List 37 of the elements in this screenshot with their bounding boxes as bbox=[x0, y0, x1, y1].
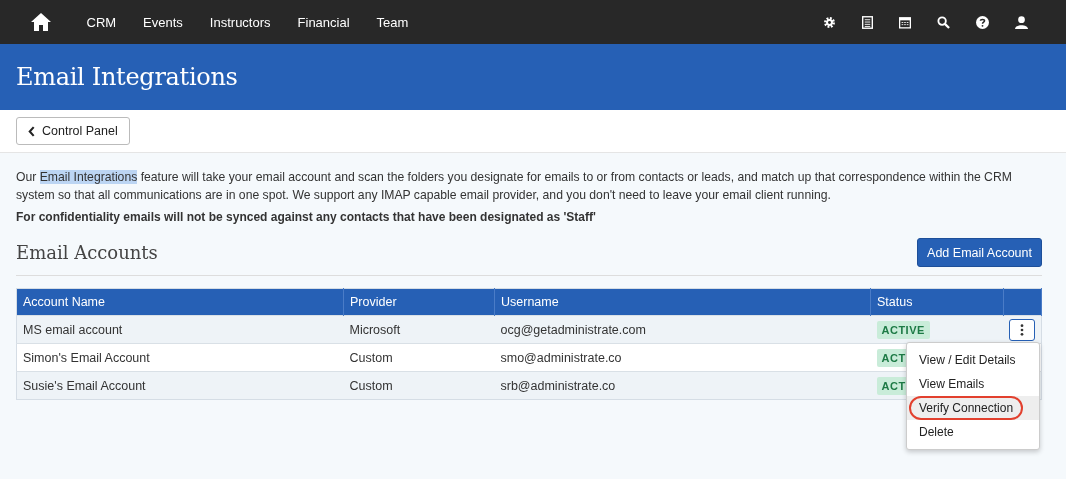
user-icon[interactable] bbox=[1015, 15, 1028, 29]
settings-icon[interactable] bbox=[823, 15, 836, 29]
table-cell: Susie's Email Account bbox=[16, 371, 344, 400]
table-cell: ocg@getadministrate.com bbox=[494, 315, 871, 344]
more-icon bbox=[1020, 323, 1024, 336]
chevron-left-icon bbox=[28, 125, 35, 137]
description-paragraph: Our Email Integrations feature will take your email account and scan the folders you designate for emails to or from contacts or leads, and match up that correspondence within the CRM system so that all communications are in one spot. We support any IMAP capable email provider, and you don't need to leave your email client running. bbox=[16, 169, 1013, 204]
nav-link[interactable]: Financial bbox=[284, 14, 364, 30]
nav-link[interactable]: CRM bbox=[73, 14, 130, 30]
menu-item[interactable]: Verify Connection bbox=[907, 396, 1039, 420]
back-button[interactable]: Control Panel bbox=[16, 117, 130, 145]
menu-item[interactable]: Delete bbox=[907, 420, 1039, 444]
column-header: Provider bbox=[343, 288, 495, 316]
status-badge: ACTIVE bbox=[876, 320, 930, 339]
add-email-account-button[interactable]: Add Email Account bbox=[917, 238, 1042, 267]
table-cell: Microsoft bbox=[343, 315, 495, 344]
table-cell: Simon's Email Account bbox=[16, 343, 344, 372]
column-header: Status bbox=[870, 288, 1003, 316]
table-cell: Custom bbox=[343, 371, 495, 400]
home-icon[interactable] bbox=[31, 13, 51, 31]
nav-link[interactable]: Instructors bbox=[196, 14, 285, 30]
search-icon[interactable] bbox=[937, 15, 950, 29]
column-header: Account Name bbox=[16, 288, 344, 316]
column-header: Username bbox=[494, 288, 871, 316]
table-cell: smo@administrate.co bbox=[494, 343, 871, 372]
calendar-icon[interactable] bbox=[899, 15, 911, 29]
page-title: Email Integrations bbox=[16, 63, 238, 91]
section-title: Email Accounts bbox=[16, 242, 158, 263]
table-cell: srb@administrate.co bbox=[494, 371, 871, 400]
table-cell: MS email account bbox=[16, 315, 344, 344]
table-cell: Custom bbox=[343, 343, 495, 372]
document-icon[interactable] bbox=[862, 15, 873, 29]
more-options-button[interactable] bbox=[1009, 318, 1035, 341]
nav-link[interactable]: Events bbox=[129, 14, 197, 30]
help-icon[interactable] bbox=[976, 15, 989, 29]
nav-link[interactable]: Team bbox=[363, 14, 422, 30]
confidentiality-note: For confidentiality emails will not be synced against any contacts that have been designated as 'Staff' bbox=[16, 210, 597, 224]
